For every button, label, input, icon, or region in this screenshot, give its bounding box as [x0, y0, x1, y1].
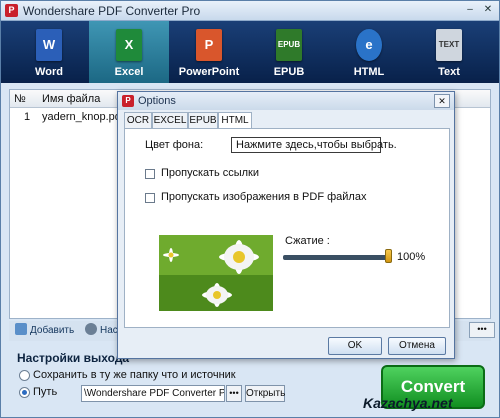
compression-value: 100%: [397, 251, 426, 263]
close-window-button[interactable]: ✕: [480, 3, 496, 18]
more-button[interactable]: •••: [469, 322, 495, 338]
dialog-app-icon: P: [122, 95, 134, 107]
skip-images-label: Пропускать изображения в PDF файлах: [161, 191, 367, 203]
row-filename: yadern_knop.pdf: [42, 111, 124, 123]
toolbar-excel-label: Excel: [114, 66, 144, 78]
html-options-panel: Цвет фона: Нажмите здесь,чтобы выбрать. …: [124, 128, 450, 328]
gear-icon: [85, 323, 97, 335]
add-file-label: Добавить: [30, 325, 75, 336]
tab-html[interactable]: HTML: [218, 112, 252, 129]
dialog-title: Options: [138, 95, 176, 107]
path-label: Путь: [33, 386, 58, 398]
toolbar-powerpoint-label: PowerPoint: [178, 66, 240, 78]
word-doc-icon: W: [36, 29, 62, 61]
skip-images-checkbox[interactable]: [145, 193, 155, 203]
row-number: 1: [24, 111, 31, 123]
toolbar-html-button[interactable]: e HTML: [329, 21, 409, 83]
toolbar-excel-button[interactable]: X Excel: [89, 21, 169, 83]
title-bar: P Wondershare PDF Converter Pro – ✕: [1, 1, 499, 21]
open-folder-button[interactable]: Открыть: [245, 385, 285, 402]
text-doc-icon: TEXT: [436, 29, 462, 61]
minimize-button[interactable]: –: [462, 3, 478, 18]
powerpoint-icon: P: [196, 29, 222, 61]
add-file-button[interactable]: Добавить: [15, 323, 74, 339]
format-toolbar: W Word X Excel P PowerPoint EPUB EPUB e …: [1, 21, 499, 83]
toolbar-html-label: HTML: [353, 66, 385, 78]
skip-links-label: Пропускать ссылки: [161, 167, 260, 179]
options-tabs: OCR EXCEL EPUB HTML: [124, 112, 450, 129]
app-title: Wondershare PDF Converter Pro: [23, 4, 201, 18]
bg-color-label: Цвет фона:: [145, 139, 204, 151]
image-preview: [159, 235, 273, 311]
tab-epub[interactable]: EPUB: [188, 112, 218, 128]
html-globe-icon: e: [356, 29, 382, 61]
same-folder-radio[interactable]: [19, 370, 30, 381]
toolbar-powerpoint-button[interactable]: P PowerPoint: [169, 21, 249, 83]
output-path-input[interactable]: \Wondershare PDF Converter Pro\: [81, 385, 225, 402]
dialog-title-bar: P Options ✕: [118, 92, 454, 110]
ok-button[interactable]: OK: [328, 337, 382, 355]
same-folder-label: Сохранить в ту же папку что и источник: [33, 369, 236, 381]
daisy-picture: [159, 235, 273, 311]
column-number[interactable]: №: [14, 93, 26, 105]
app-logo-icon: P: [5, 4, 18, 17]
toolbar-word-label: Word: [35, 66, 63, 78]
cancel-button[interactable]: Отмена: [388, 337, 446, 355]
epub-book-icon: EPUB: [276, 29, 302, 61]
toolbar-epub-label: EPUB: [273, 66, 305, 78]
settings-label: Нас: [100, 325, 118, 336]
add-file-icon: [15, 323, 27, 335]
watermark-text: Kazachya.net: [363, 395, 453, 411]
compression-slider-thumb[interactable]: [385, 249, 392, 263]
options-dialog: P Options ✕ OCR EXCEL EPUB HTML Цвет фон…: [117, 91, 455, 359]
skip-links-checkbox[interactable]: [145, 169, 155, 179]
dialog-close-button[interactable]: ✕: [434, 94, 450, 108]
excel-sheet-icon: X: [116, 29, 142, 61]
app-window: P Wondershare PDF Converter Pro – ✕ W Wo…: [0, 0, 500, 418]
browse-button[interactable]: •••: [226, 385, 242, 402]
toolbar-text-button[interactable]: TEXT Text: [409, 21, 489, 83]
settings-button[interactable]: Нас: [85, 323, 118, 339]
toolbar-epub-button[interactable]: EPUB EPUB: [249, 21, 329, 83]
column-filename[interactable]: Имя файла: [42, 93, 100, 105]
compression-label: Сжатие :: [285, 235, 330, 247]
tab-ocr[interactable]: OCR: [124, 112, 152, 128]
toolbar-text-label: Text: [438, 66, 460, 78]
bg-color-picker[interactable]: Нажмите здесь,чтобы выбрать.: [231, 137, 397, 153]
path-radio[interactable]: [19, 387, 30, 398]
output-settings-title: Настройки выхода: [17, 351, 130, 365]
toolbar-word-button[interactable]: W Word: [9, 21, 89, 83]
compression-slider-track[interactable]: [283, 255, 391, 260]
tab-excel[interactable]: EXCEL: [152, 112, 188, 128]
